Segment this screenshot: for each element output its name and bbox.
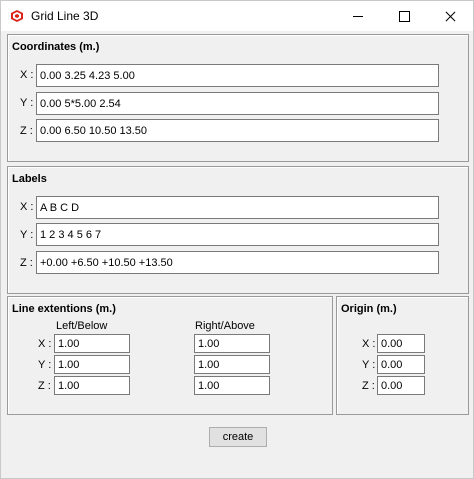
maximize-icon <box>398 10 410 22</box>
extension-x-right-input[interactable] <box>194 334 270 353</box>
close-icon <box>445 11 456 22</box>
origin-x-input[interactable] <box>377 334 425 353</box>
extension-y-label: Y : <box>38 359 52 371</box>
extension-x-label: X : <box>38 338 52 350</box>
right-above-header: Right/Above <box>195 320 255 332</box>
coordinates-y-label: Y : <box>20 97 34 109</box>
origin-z-label: Z : <box>362 380 375 392</box>
origin-group: Origin (m.) X : Y : Z : <box>336 296 469 415</box>
coordinates-x-label: X : <box>20 69 34 81</box>
coordinates-z-label: Z : <box>20 125 33 137</box>
origin-y-label: Y : <box>362 359 376 371</box>
labels-y-label: Y : <box>20 229 34 241</box>
origin-z-input[interactable] <box>377 376 425 395</box>
labels-x-label: X : <box>20 201 34 213</box>
minimize-icon <box>353 15 363 17</box>
maximize-button[interactable] <box>381 1 427 31</box>
origin-y-input[interactable] <box>377 355 425 374</box>
close-button[interactable] <box>427 1 473 31</box>
labels-group: Labels X : Y : Z : <box>7 166 469 294</box>
extension-z-right-input[interactable] <box>194 376 270 395</box>
extension-z-label: Z : <box>38 380 51 392</box>
grid-line-3d-window: Grid Line 3D Coordinates (m.) X : Y : Z … <box>0 0 474 479</box>
left-below-header: Left/Below <box>56 320 108 332</box>
coordinates-group: Coordinates (m.) X : Y : Z : <box>7 34 469 162</box>
coordinates-z-input[interactable] <box>36 119 439 142</box>
labels-x-input[interactable] <box>36 196 439 219</box>
extension-x-left-input[interactable] <box>54 334 130 353</box>
coordinates-y-input[interactable] <box>36 92 439 115</box>
labels-z-label: Z : <box>20 257 33 269</box>
extension-y-left-input[interactable] <box>54 355 130 374</box>
labels-y-input[interactable] <box>36 223 439 246</box>
origin-x-label: X : <box>362 338 376 350</box>
coordinates-x-input[interactable] <box>36 64 439 87</box>
title-bar[interactable]: Grid Line 3D <box>1 1 473 31</box>
minimize-button[interactable] <box>335 1 381 31</box>
labels-z-input[interactable] <box>36 251 439 274</box>
extension-y-right-input[interactable] <box>194 355 270 374</box>
create-button[interactable]: create <box>209 427 267 447</box>
extension-z-left-input[interactable] <box>54 376 130 395</box>
window-title: Grid Line 3D <box>31 9 99 23</box>
line-extensions-group: Line extentions (m.) Left/Below Right/Ab… <box>7 296 333 415</box>
line-extensions-group-title: Line extentions (m.) <box>12 303 116 315</box>
coordinates-group-title: Coordinates (m.) <box>12 41 100 53</box>
labels-group-title: Labels <box>12 173 47 185</box>
origin-group-title: Origin (m.) <box>341 303 397 315</box>
sketchup-app-icon <box>11 10 23 22</box>
